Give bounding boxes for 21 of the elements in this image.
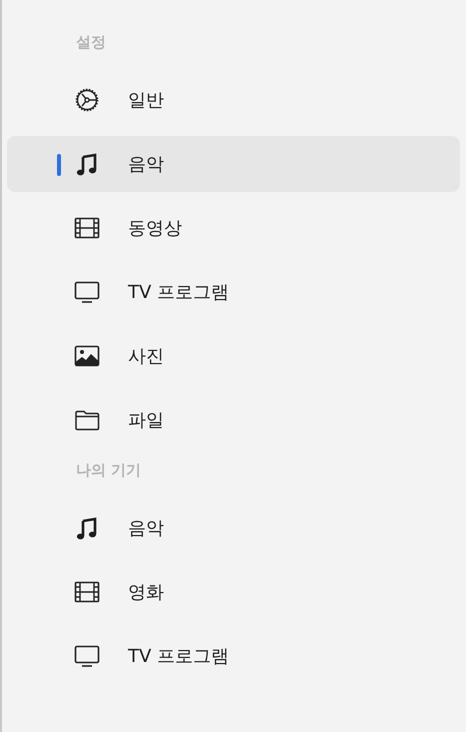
item-label: TV 프로그램 bbox=[128, 645, 230, 668]
sidebar-item[interactable]: 동영상 bbox=[7, 200, 460, 256]
item-label: 파일 bbox=[128, 409, 164, 432]
sidebar-item[interactable]: 음악 bbox=[7, 500, 460, 556]
section-header: 나의 기기 bbox=[75, 460, 142, 481]
item-label: 사진 bbox=[128, 345, 164, 368]
item-label: 동영상 bbox=[128, 217, 182, 240]
item-label: TV 프로그램 bbox=[128, 281, 230, 304]
section-header: 설정 bbox=[75, 32, 107, 53]
sidebar-item[interactable]: 사진 bbox=[7, 328, 460, 384]
sidebar-item[interactable]: TV 프로그램 bbox=[7, 628, 460, 684]
item-label: 음악 bbox=[128, 153, 164, 176]
sidebar-item[interactable]: 일반 bbox=[7, 72, 460, 128]
sidebar-item[interactable]: 영화 bbox=[7, 564, 460, 620]
selection-indicator bbox=[57, 154, 61, 176]
item-label: 영화 bbox=[128, 581, 164, 604]
sidebar-item[interactable]: TV 프로그램 bbox=[7, 264, 460, 320]
sidebar-item[interactable]: 음악 bbox=[7, 136, 460, 192]
sidebar-item[interactable]: 파일 bbox=[7, 392, 460, 448]
item-label: 일반 bbox=[128, 89, 164, 112]
item-label: 음악 bbox=[128, 517, 164, 540]
